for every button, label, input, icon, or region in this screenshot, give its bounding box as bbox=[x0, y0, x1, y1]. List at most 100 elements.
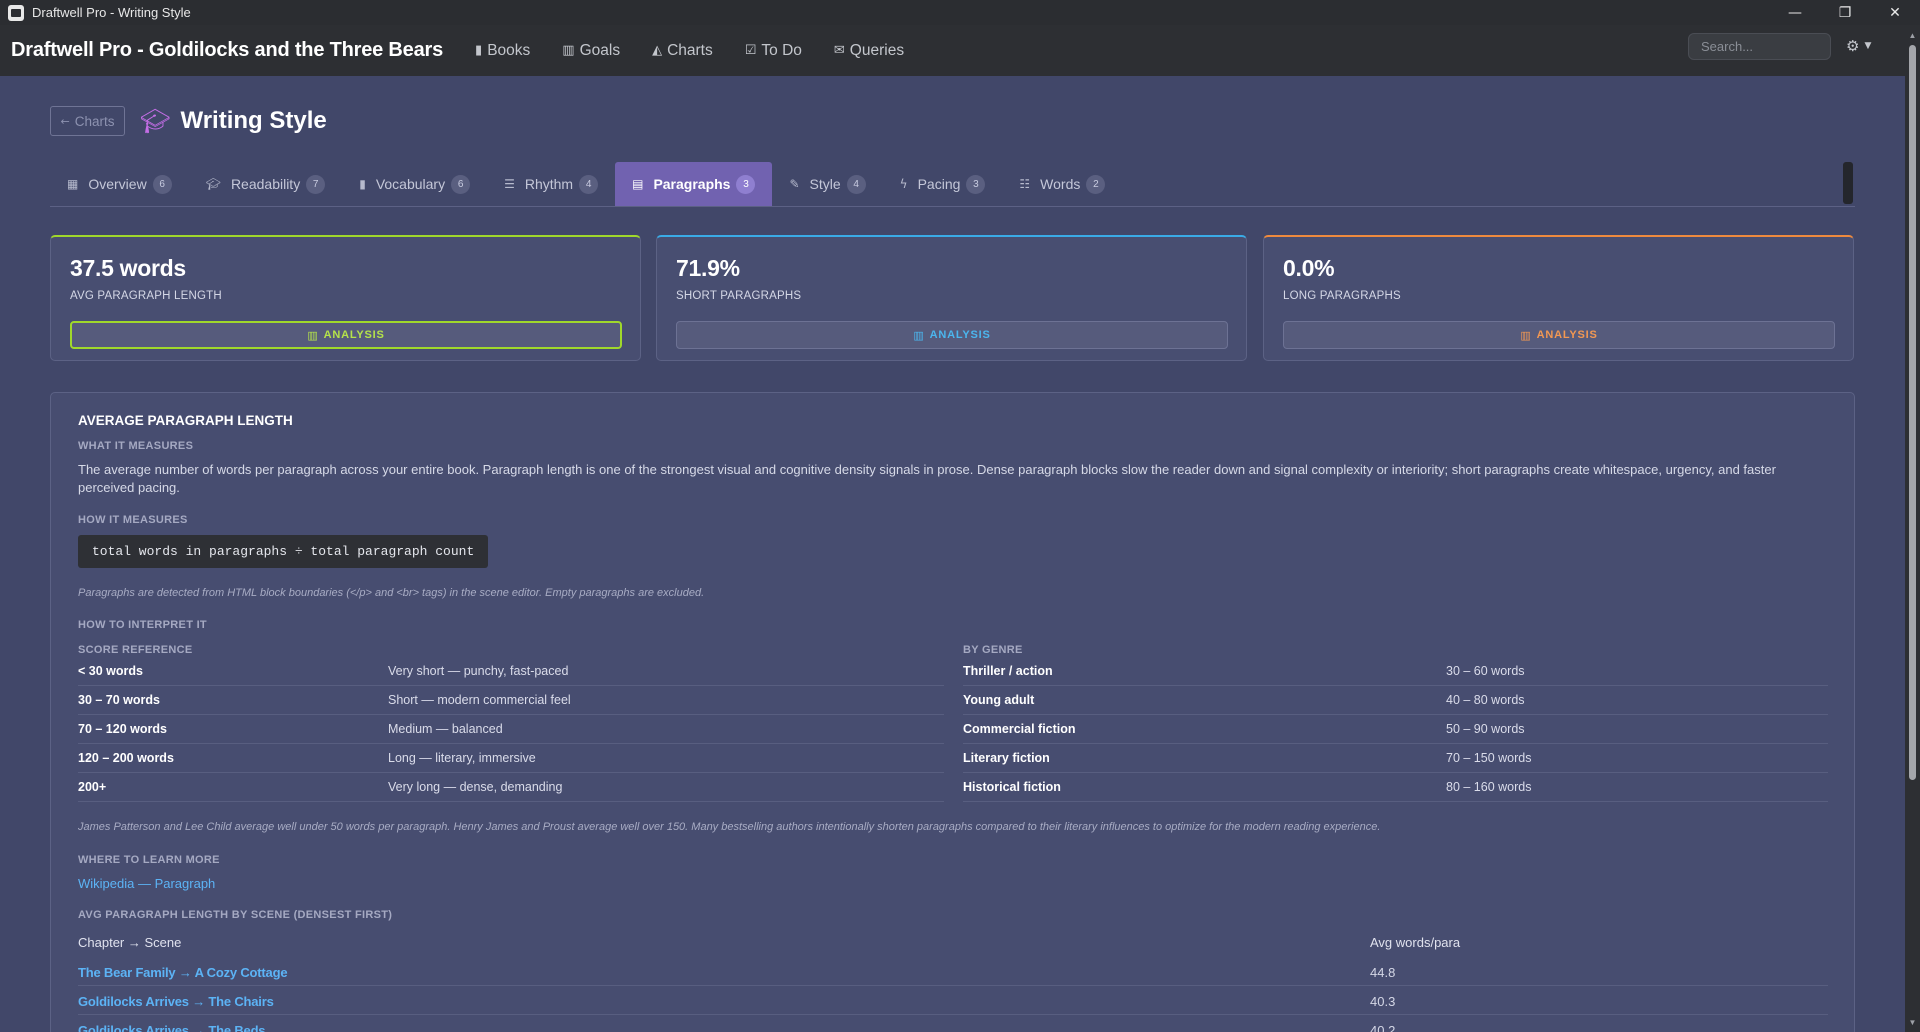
tab-count-badge: 6 bbox=[451, 174, 471, 194]
nav-charts[interactable]: ◭ Charts bbox=[652, 42, 713, 60]
score-range: 120 – 200 words bbox=[78, 751, 174, 765]
what-it-measures-heading: WHAT IT MEASURES bbox=[78, 440, 194, 452]
stat-card-short-paragraphs: 71.9% SHORT PARAGRAPHS ▥ ANALYSIS bbox=[656, 235, 1247, 361]
graduation-cap-icon: 🎓︎ bbox=[205, 177, 221, 191]
nav-todo[interactable]: ☑ To Do bbox=[745, 42, 802, 60]
settings-menu[interactable]: ⚙ ▼ bbox=[1846, 37, 1871, 55]
what-it-measures-text: The average number of words per paragrap… bbox=[78, 462, 1776, 495]
analysis-button-label: ANALYSIS bbox=[929, 329, 991, 341]
caret-down-icon: ▼ bbox=[1864, 41, 1872, 51]
tab-count-badge: 4 bbox=[846, 174, 866, 194]
panel-title: AVERAGE PARAGRAPH LENGTH bbox=[78, 413, 293, 428]
genre-row: Young adult 40 – 80 words bbox=[963, 686, 1828, 715]
bar-chart-icon: ▥ bbox=[913, 328, 925, 342]
top-navbar: Draftwell Pro - Goldilocks and the Three… bbox=[0, 25, 1920, 76]
restore-icon[interactable]: ❐ bbox=[1820, 0, 1870, 25]
paragraph-list-icon: ▤ bbox=[632, 177, 644, 191]
score-desc: Very short — punchy, fast-paced bbox=[388, 664, 569, 678]
analysis-button[interactable]: ▥ ANALYSIS bbox=[676, 321, 1228, 349]
nav-books-label: Books bbox=[487, 41, 531, 59]
score-range: 30 – 70 words bbox=[78, 693, 160, 707]
tab-label: Readability bbox=[230, 176, 301, 192]
scene-avg-value: 40.3 bbox=[1370, 994, 1396, 1009]
analysis-button[interactable]: ▥ ANALYSIS bbox=[1283, 321, 1835, 349]
genre-row: Literary fiction 70 – 150 words bbox=[963, 744, 1828, 773]
tab-label: Overview bbox=[88, 176, 147, 192]
genre-name: Young adult bbox=[963, 693, 1035, 707]
genre-name: Thriller / action bbox=[963, 664, 1053, 678]
search-input[interactable] bbox=[1688, 33, 1831, 60]
nav-queries[interactable]: ✉ Queries bbox=[834, 42, 904, 60]
genre-range: 50 – 90 words bbox=[1446, 722, 1525, 736]
score-row: 30 – 70 words Short — modern commercial … bbox=[78, 686, 944, 715]
tab-count-badge: 3 bbox=[736, 174, 756, 194]
tab-style[interactable]: ✎ Style 4 bbox=[772, 162, 882, 206]
score-row: 120 – 200 words Long — literary, immersi… bbox=[78, 744, 944, 773]
page-title-text: Writing Style bbox=[180, 107, 327, 134]
scene-link[interactable]: Goldilocks Arrives → The Beds bbox=[78, 1023, 266, 1032]
genre-row: Historical fiction 80 – 160 words bbox=[963, 773, 1828, 802]
tab-pacing[interactable]: ϟ Pacing 3 bbox=[883, 162, 1003, 206]
gear-icon: ⚙ bbox=[1846, 37, 1860, 55]
table-row: Goldilocks Arrives → The Chairs 40.3 bbox=[78, 986, 1828, 1015]
arrow-left-icon: ← bbox=[60, 114, 70, 128]
score-desc: Very long — dense, demanding bbox=[388, 780, 563, 794]
analysis-button[interactable]: ▥ ANALYSIS bbox=[70, 321, 622, 349]
tab-label: Style bbox=[809, 176, 841, 192]
tab-label: Rhythm bbox=[524, 176, 574, 192]
stat-card-long-paragraphs: 0.0% LONG PARAGRAPHS ▥ ANALYSIS bbox=[1263, 235, 1854, 361]
tab-count-badge: 4 bbox=[579, 174, 599, 194]
tab-label: Pacing bbox=[917, 176, 961, 192]
score-range: 200+ bbox=[78, 780, 107, 794]
bar-chart-icon: ▥ bbox=[307, 328, 319, 342]
tabs-scroll-handle[interactable] bbox=[1843, 162, 1853, 204]
by-genre-heading: BY GENRE bbox=[963, 644, 1023, 656]
tab-readability[interactable]: 🎓︎ Readability 7 bbox=[189, 162, 343, 206]
score-desc: Long — literary, immersive bbox=[388, 751, 536, 765]
nav-todo-label: To Do bbox=[761, 41, 802, 59]
scenes-heading: AVG PARAGRAPH LENGTH BY SCENE (DENSEST F… bbox=[78, 909, 393, 921]
book-icon: ▮ bbox=[359, 177, 366, 191]
genre-name: Historical fiction bbox=[963, 780, 1061, 794]
tab-vocabulary[interactable]: ▮ Vocabulary 6 bbox=[342, 162, 487, 206]
scroll-thumb[interactable] bbox=[1909, 45, 1916, 780]
window-title: Draftwell Pro - Writing Style bbox=[32, 5, 191, 20]
score-range: < 30 words bbox=[78, 664, 143, 678]
stat-value: 37.5 words bbox=[70, 255, 186, 281]
tab-overview[interactable]: ▦ Overview 6 bbox=[50, 162, 189, 206]
minimize-icon[interactable]: — bbox=[1770, 0, 1820, 25]
page-scrollbar[interactable]: ▲ ▼ bbox=[1905, 25, 1920, 1032]
formula-code: total words in paragraphs ÷ total paragr… bbox=[78, 535, 489, 568]
tab-count-badge: 7 bbox=[306, 174, 326, 194]
tab-label: Vocabulary bbox=[375, 176, 446, 192]
align-left-icon: ☰ bbox=[504, 177, 515, 191]
back-to-charts-button[interactable]: ← Charts bbox=[50, 106, 125, 136]
tab-rhythm[interactable]: ☰ Rhythm 4 bbox=[487, 162, 615, 206]
bolt-icon: ϟ bbox=[899, 177, 908, 191]
close-icon[interactable]: ✕ bbox=[1870, 0, 1920, 25]
brand-title[interactable]: Draftwell Pro - Goldilocks and the Three… bbox=[11, 39, 443, 62]
pencil-icon: ✎ bbox=[789, 177, 800, 191]
wikipedia-paragraph-link[interactable]: Wikipedia — Paragraph bbox=[78, 876, 215, 891]
how-to-interpret-heading: HOW TO INTERPRET IT bbox=[78, 619, 207, 631]
back-button-label: Charts bbox=[74, 113, 115, 129]
detection-note: Paragraphs are detected from HTML block … bbox=[78, 587, 705, 599]
scene-link[interactable]: Goldilocks Arrives → The Chairs bbox=[78, 994, 274, 1009]
tab-words[interactable]: ☷ Words 2 bbox=[1002, 162, 1122, 206]
score-row: < 30 words Very short — punchy, fast-pac… bbox=[78, 657, 944, 686]
book-icon: ▮ bbox=[475, 43, 483, 58]
genre-range: 80 – 160 words bbox=[1446, 780, 1532, 794]
score-row: 200+ Very long — dense, demanding bbox=[78, 773, 944, 802]
scroll-up-icon[interactable]: ▲ bbox=[1905, 29, 1920, 43]
genre-range: 30 – 60 words bbox=[1446, 664, 1525, 678]
col-chapter-scene: Chapter → Scene bbox=[78, 935, 182, 950]
tab-paragraphs[interactable]: ▤ Paragraphs 3 bbox=[615, 162, 773, 206]
interpret-note: James Patterson and Lee Child average we… bbox=[78, 821, 1381, 833]
scroll-down-icon[interactable]: ▼ bbox=[1905, 1016, 1920, 1030]
nav-goals-label: Goals bbox=[579, 41, 621, 59]
col-avg-words: Avg words/para bbox=[1370, 935, 1461, 950]
nav-books[interactable]: ▮ Books bbox=[475, 42, 530, 60]
analysis-button-label: ANALYSIS bbox=[1536, 329, 1598, 341]
nav-goals[interactable]: ▥ Goals bbox=[562, 42, 620, 60]
scene-link[interactable]: The Bear Family → A Cozy Cottage bbox=[78, 965, 288, 980]
